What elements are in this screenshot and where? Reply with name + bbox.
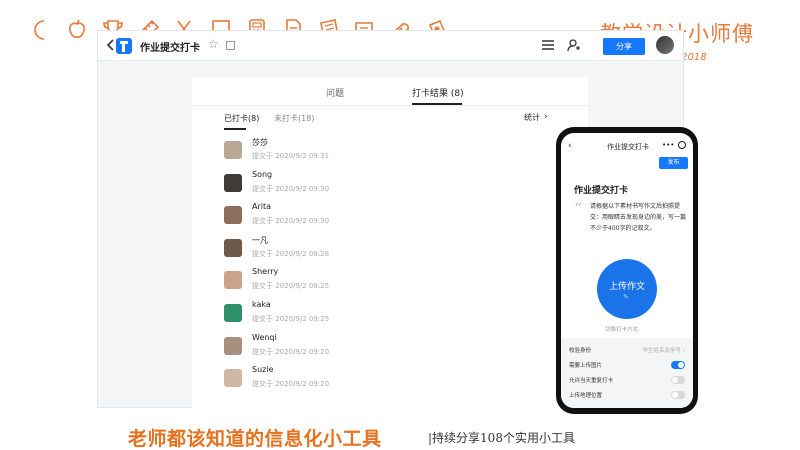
avatar (224, 206, 242, 225)
settings-item-value: 学生姓名及学号 › (642, 348, 685, 354)
settings-item-label: 上传地理位置 (569, 393, 603, 399)
table-row[interactable]: Song 提交于 2020/9/2 09:30 (224, 170, 524, 203)
more-icon[interactable]: ••• (662, 141, 674, 149)
subtab-not-checked-in[interactable]: 未打卡(18) (274, 113, 314, 124)
app-logo-icon (116, 38, 132, 54)
toggle-switch[interactable] (671, 361, 685, 369)
folder-icon[interactable] (226, 41, 235, 50)
student-name: Song (252, 169, 273, 179)
active-subtab-indicator (224, 128, 246, 130)
avatar (224, 173, 242, 192)
student-name: 一凡 (252, 235, 268, 245)
task-heading: 作业提交打卡 (574, 186, 629, 196)
star-icon[interactable]: ☆ (208, 37, 219, 51)
app-header: 作业提交打卡 ☆ 分享 (98, 31, 683, 61)
phone-screen: ‹ 作业提交打卡 ••• 发布 作业提交打卡 “ 请根据以下素材书写作文后拍照提… (561, 133, 693, 408)
slide: 教学设计小师傅 since 2018 作业提交打卡 ☆ 分享 问题 打卡结果 (… (0, 0, 800, 450)
settings-item-label: 需要上传图片 (569, 363, 603, 369)
caption-main: 老师都该知道的信息化小工具 (128, 428, 382, 450)
table-row[interactable]: 莎莎提交于 2020/9/2 09:31 (224, 137, 524, 170)
settings-item[interactable]: 校验身份 学生姓名及学号 › (569, 346, 685, 361)
submit-time: 提交于 2020/9/2 09:20 (252, 347, 330, 356)
student-name: Suzie (252, 365, 274, 375)
subtab-checked-in[interactable]: 已打卡(8) (224, 113, 259, 124)
avatar (224, 141, 242, 159)
avatar (224, 271, 242, 290)
apple-icon (69, 19, 85, 38)
results-panel: 问题 打卡结果 (8) 已打卡(8) 未打卡(18) 统计 › 莎莎提交于 20… (192, 77, 588, 409)
phone-mockup: ‹ 作业提交打卡 ••• 发布 作业提交打卡 “ 请根据以下素材书写作文后拍照提… (556, 127, 698, 414)
submit-time: 提交于 2020/9/2 09:28 (252, 249, 330, 258)
pen-icon: ✎ (623, 293, 629, 301)
task-description: 请根据以下素材书写作文后拍照提交：用眼睛去发现身边的美，写一篇不少于400字的记… (590, 203, 687, 232)
close-target-icon[interactable] (678, 141, 686, 149)
crescent-icon (34, 20, 45, 40)
app-title: 作业提交打卡 (140, 43, 200, 54)
submit-time: 提交于 2020/9/2 09:20 (252, 380, 330, 389)
submit-time: 提交于 2020/9/2 09:25 (252, 314, 330, 323)
checkin-list: 莎莎 提交于 2020/9/2 09:31 Song 提交于 2020/9/2 09:… (224, 137, 524, 398)
user-avatar[interactable] (656, 36, 674, 54)
upload-essay-button[interactable]: 上传作文 ✎ (597, 259, 657, 319)
phone-back-icon[interactable]: ‹ (568, 141, 572, 151)
caption-sub: |持续分享108个实用小工具 (428, 431, 575, 445)
submit-time: 提交于 2020/9/2 09:30 (252, 217, 330, 226)
table-row[interactable]: Wenqi 提交于 2020/9/2 09:20 (224, 333, 524, 366)
toggle-switch[interactable] (671, 376, 685, 384)
submit-time: 提交于 2020/9/2 09:30 (252, 184, 330, 193)
tab-checkin-results[interactable]: 打卡结果 (8) (412, 86, 464, 99)
menu-icon[interactable] (542, 40, 554, 50)
table-row[interactable]: Arita 提交于 2020/9/2 09:30 (224, 202, 524, 235)
settings-item-label: 校验身份 (569, 348, 592, 354)
settings-item-label: 允许当天重复打卡 (569, 378, 614, 384)
avatar (224, 369, 242, 388)
table-row[interactable]: 一凡提交于 2020/9/2 09:28 (224, 235, 524, 268)
back-chevron-icon[interactable] (106, 39, 116, 51)
share-button[interactable]: 分享 (603, 38, 645, 55)
avatar (224, 303, 242, 322)
settings-item[interactable]: 上传地理位置 (569, 391, 685, 406)
stats-link[interactable]: 统计 (524, 112, 540, 123)
avatar (224, 238, 242, 257)
tab-questions[interactable]: 问题 (326, 86, 344, 99)
table-row[interactable]: Sherry 提交于 2020/9/2 09:25 (224, 267, 524, 300)
chevron-right-icon[interactable]: › (544, 112, 548, 122)
toggle-switch[interactable] (671, 391, 685, 399)
student-name: Sherry (252, 267, 279, 277)
student-name: Wenqi (252, 332, 277, 342)
user-settings-icon[interactable] (567, 39, 581, 52)
student-name: 莎莎 (252, 138, 268, 147)
student-name: kaka (252, 299, 271, 309)
tab-divider (192, 105, 588, 106)
settings-item[interactable]: 允许当天重复打卡 (569, 376, 685, 391)
phone-title: 作业提交打卡 (607, 143, 649, 151)
settings-list: 校验身份 学生姓名及学号 › 需要上传图片允许当天重复打卡 上传地理位置 (569, 346, 685, 406)
quote-icon: “ (574, 199, 583, 218)
submit-time: 提交于 2020/9/2 09:25 (252, 282, 330, 291)
upload-essay-label: 上传作文 (608, 282, 645, 292)
table-row[interactable]: kaka 提交于 2020/9/2 09:25 (224, 300, 524, 333)
submit-time: 提交于 2020/9/2 09:31 (252, 152, 330, 160)
student-name: Arita (252, 202, 272, 212)
publish-button[interactable]: 发布 (659, 157, 688, 169)
avatar (224, 336, 242, 355)
settings-item[interactable]: 需要上传图片 (569, 361, 685, 376)
switch-mode-link[interactable]: 切换打卡方式 (605, 325, 638, 333)
table-row[interactable]: Suzie 提交于 2020/9/2 09:20 (224, 365, 524, 398)
